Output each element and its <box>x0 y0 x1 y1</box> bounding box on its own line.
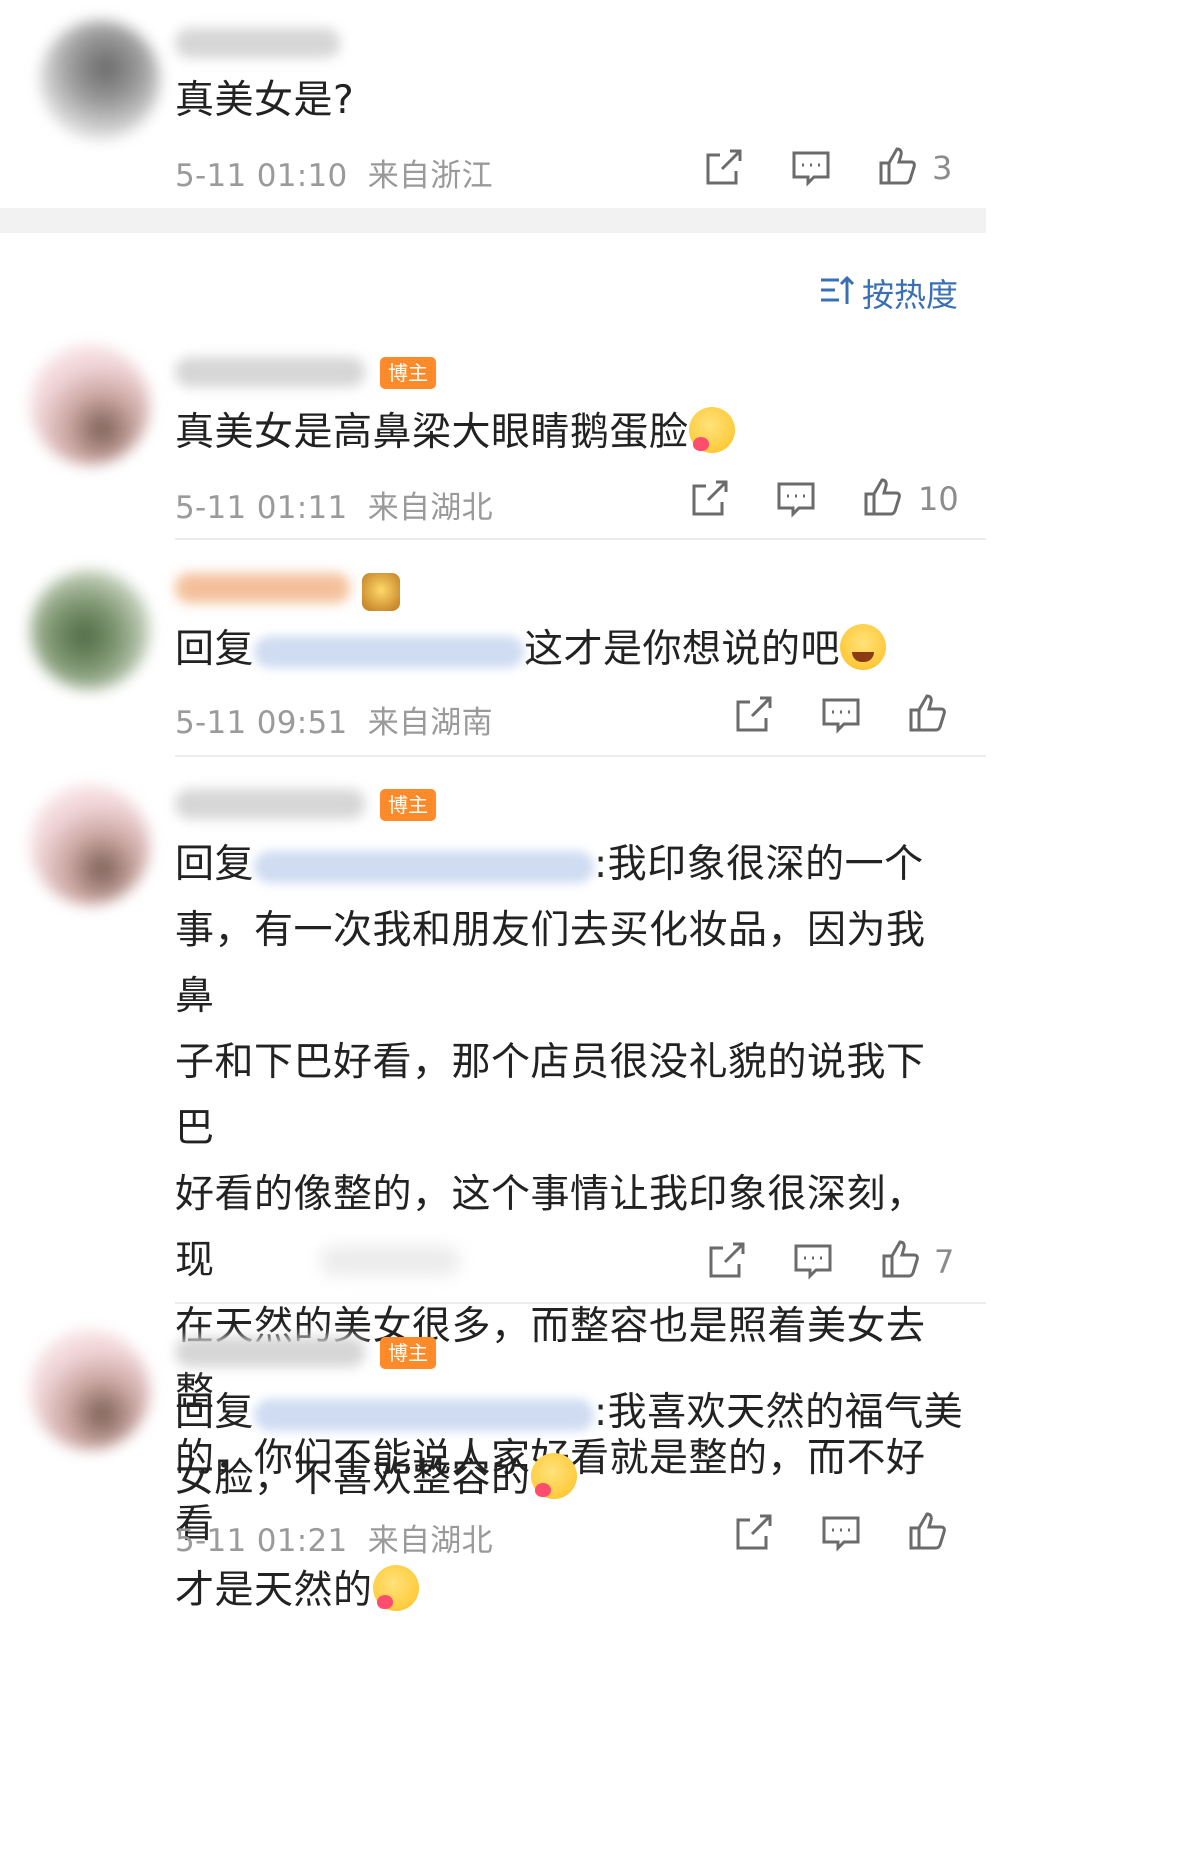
comment-icon[interactable] <box>773 476 819 522</box>
author-badge: 博主 <box>380 1337 436 1369</box>
author-badge: 博主 <box>380 357 436 389</box>
heart-smile-emoji <box>530 1453 577 1499</box>
avatar[interactable] <box>30 345 150 465</box>
comment-time: 5-11 09:51 <box>175 705 348 741</box>
meta-blurred <box>320 1246 460 1276</box>
comment-line: 回复 :我喜欢天然的福气美 <box>175 1380 975 1446</box>
comment-text: 回复 :我喜欢天然的福气美 女脸，不喜欢整容的 <box>175 1380 975 1512</box>
comment-meta: 5-11 01:11 来自湖北 <box>175 482 493 527</box>
like-icon[interactable] <box>905 690 951 736</box>
like-icon[interactable] <box>878 1236 924 1282</box>
mention-blurred[interactable] <box>254 850 595 883</box>
comment-location: 来自湖南 <box>367 705 493 741</box>
heart-smile-emoji <box>688 407 735 453</box>
comment-line: 回复 :我印象很深的一个 <box>175 832 955 898</box>
comment-time: 5-11 01:11 <box>175 490 348 526</box>
share-icon[interactable] <box>730 1510 776 1556</box>
comment-line: 好看的像整的，这个事情让我印象很深刻，现 <box>175 1172 926 1283</box>
divider <box>175 538 986 540</box>
comment-line: 女脸，不喜欢整容的 <box>175 1446 975 1512</box>
comment-meta: 5-11 09:51 来自湖南 <box>175 697 493 742</box>
fan-badge-icon <box>362 573 400 611</box>
divider <box>175 1302 986 1304</box>
username-blurred[interactable] <box>175 1337 365 1367</box>
comment-meta: 5-11 01:10 来自浙江 <box>175 150 493 195</box>
comment-body: :我印象很深的一个 <box>594 842 924 887</box>
comment-icon[interactable] <box>788 145 834 191</box>
username-blurred[interactable] <box>175 789 365 819</box>
comment-location: 来自湖北 <box>367 1523 493 1559</box>
avatar[interactable] <box>30 570 150 690</box>
comment-meta: 5-11 01:21 来自湖北 <box>175 1515 493 1560</box>
comment-text: 真美女是高鼻梁大眼睛鹅蛋脸 <box>175 400 735 466</box>
mention-blurred[interactable] <box>254 1398 595 1431</box>
comment-body: 真美女是高鼻梁大眼睛鹅蛋脸 <box>175 410 689 455</box>
username-blurred[interactable] <box>175 28 340 58</box>
heart-smile-emoji <box>372 1565 419 1611</box>
comment-icon[interactable] <box>790 1238 836 1284</box>
share-icon[interactable] <box>700 145 746 191</box>
author-badge: 博主 <box>380 789 436 821</box>
mention-blurred[interactable] <box>254 635 525 668</box>
comment-icon[interactable] <box>818 1510 864 1556</box>
comment-time: 5-11 01:21 <box>175 1523 348 1559</box>
avatar[interactable] <box>30 785 150 905</box>
like-count: 7 <box>934 1243 955 1281</box>
sort-icon[interactable] <box>817 270 857 310</box>
comment-body: 这才是你想说的吧 <box>524 627 841 672</box>
username-blurred[interactable] <box>175 357 365 387</box>
comment-text: 真美女是? <box>175 78 355 123</box>
like-icon[interactable] <box>875 143 921 189</box>
comment-line: 子和下巴好看，那个店员很没礼貌的说我下巴 <box>175 1040 926 1151</box>
sort-button[interactable]: 按热度 <box>862 270 958 316</box>
like-icon[interactable] <box>860 474 906 520</box>
comment-body: :我喜欢天然的福气美 <box>594 1390 964 1435</box>
reply-prefix: 回复 <box>175 627 255 672</box>
like-icon[interactable] <box>905 1508 951 1554</box>
comment-line: 才是天然的 <box>175 1558 955 1624</box>
avatar[interactable] <box>30 1330 150 1450</box>
reply-prefix: 回复 <box>175 842 255 887</box>
comment-line: 事，有一次我和朋友们去买化妆品，因为我鼻 <box>175 908 926 1019</box>
comment-body: 女脸，不喜欢整容的 <box>175 1456 531 1501</box>
comment-location: 来自浙江 <box>367 158 493 194</box>
avatar[interactable] <box>40 20 160 140</box>
divider <box>175 755 986 757</box>
reply-prefix: 回复 <box>175 1390 255 1435</box>
comment-icon[interactable] <box>818 692 864 738</box>
comment-time: 5-11 01:10 <box>175 158 348 194</box>
laugh-cry-emoji <box>840 624 887 670</box>
comment-body: 才是天然的 <box>175 1568 373 1613</box>
share-icon[interactable] <box>730 692 776 738</box>
like-count: 10 <box>918 480 959 518</box>
comment-text: 回复 这才是你想说的吧 <box>175 617 887 683</box>
share-icon[interactable] <box>686 476 732 522</box>
share-icon[interactable] <box>703 1238 749 1284</box>
username-blurred[interactable] <box>175 573 350 603</box>
like-count: 3 <box>932 149 953 187</box>
comment-location: 来自湖北 <box>367 490 493 526</box>
section-separator <box>0 208 986 233</box>
